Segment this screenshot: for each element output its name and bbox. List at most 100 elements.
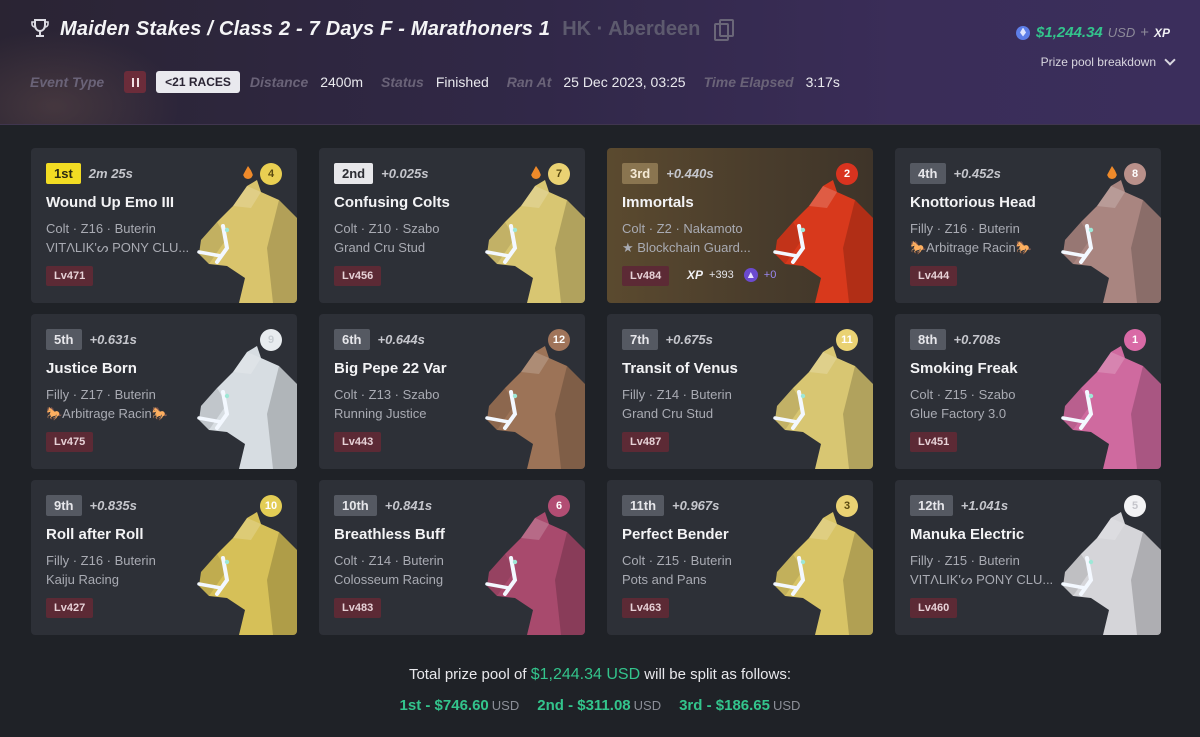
- finish-time-gap: +0.644s: [377, 332, 425, 347]
- event-type-label: Event Type: [30, 74, 105, 90]
- gate-number-badge: 4: [260, 163, 282, 185]
- finish-position-badge: 1st: [46, 163, 81, 184]
- results-grid: 1st 2m 25s 4 Wound Up Emo III Colt · Z16 · B…: [31, 148, 1161, 635]
- horse-name[interactable]: Perfect Bender: [622, 526, 729, 543]
- horse-result-card[interactable]: 11th +0.967s 3 Perfect Bender Colt · Z15 · B…: [607, 480, 873, 635]
- horse-stable[interactable]: Kaiju Racing: [46, 572, 119, 587]
- horse-result-card[interactable]: 3rd +0.440s 2 Immortals Colt · Z2 · Nakamoto…: [607, 148, 873, 303]
- horse-details: Colt · Z15 · Szabo: [910, 387, 1016, 402]
- horse-stable[interactable]: 🐎Arbitrage Racin🐎: [910, 240, 1032, 256]
- finish-position-badge: 3rd: [622, 163, 659, 184]
- prize-pool-summary: $1,244.34 USD + XP: [1016, 24, 1170, 41]
- split-amount: 3rd - $186.65: [679, 697, 770, 714]
- finish-time-gap: +0.708s: [953, 332, 1001, 347]
- level-badge: Lv475: [46, 432, 94, 452]
- horse-stable[interactable]: Colosseum Racing: [334, 572, 443, 587]
- gate-number-badge: 1: [1124, 329, 1146, 351]
- finish-position-badge: 9th: [46, 495, 82, 516]
- level-badge: Lv443: [334, 432, 382, 452]
- horse-portrait-icon: [197, 512, 297, 635]
- horse-portrait-icon: [773, 512, 873, 635]
- horse-details: Colt · Z14 · Buterin: [334, 553, 444, 568]
- horse-result-card[interactable]: 10th +0.841s 6 Breathless Buff Colt · Z14 · …: [319, 480, 585, 635]
- horse-name[interactable]: Smoking Freak: [910, 360, 1018, 377]
- prize-split-3rd: 3rd - $186.65 USD: [679, 697, 800, 714]
- finish-position-badge: 8th: [910, 329, 946, 350]
- horse-result-card[interactable]: 4th +0.452s 8 Knottorious Head Filly · Z16 ·…: [895, 148, 1161, 303]
- horse-details: Colt · Z10 · Szabo: [334, 221, 440, 236]
- horse-name[interactable]: Breathless Buff: [334, 526, 445, 543]
- horse-result-card[interactable]: 6th +0.644s 12 Big Pepe 22 Var Colt · Z13 · …: [319, 314, 585, 469]
- card-header: 2nd +0.025s: [334, 163, 428, 184]
- horse-stable[interactable]: VITΛLIK'ᔕ PONY CLU...: [910, 572, 1053, 588]
- horse-name[interactable]: Knottorious Head: [910, 194, 1036, 211]
- horse-stable[interactable]: Grand Cru Stud: [622, 406, 713, 421]
- gate-number-badge: 7: [548, 163, 570, 185]
- horse-stable[interactable]: ★ Blockchain Guard...: [622, 240, 751, 256]
- card-header: 4th +0.452s: [910, 163, 1001, 184]
- level-badge: Lv487: [622, 432, 670, 452]
- horse-stable[interactable]: Grand Cru Stud: [334, 240, 425, 255]
- level-badge: Lv463: [622, 598, 670, 618]
- card-header: 10th +0.841s: [334, 495, 432, 516]
- card-header: 11th +0.967s: [622, 495, 719, 516]
- horse-details: Filly · Z17 · Buterin: [46, 387, 156, 402]
- card-header: 9th +0.835s: [46, 495, 137, 516]
- finish-position-badge: 4th: [910, 163, 946, 184]
- level-badge: Lv427: [46, 598, 94, 618]
- prize-plus: +: [1140, 24, 1149, 41]
- horse-result-card[interactable]: 12th +1.041s 5 Manuka Electric Filly · Z15 ·…: [895, 480, 1161, 635]
- horse-details: Filly · Z14 · Buterin: [622, 387, 732, 402]
- split-unit: USD: [491, 698, 520, 713]
- event-type-icon: [124, 71, 147, 93]
- horse-stable[interactable]: Running Justice: [334, 406, 427, 421]
- card-header: 1st 2m 25s: [46, 163, 133, 184]
- time-elapsed-value: 3:17s: [805, 74, 840, 90]
- prize-pool-breakdown-toggle[interactable]: Prize pool breakdown: [1041, 54, 1176, 69]
- trophy-icon: [31, 19, 49, 37]
- horse-result-card[interactable]: 2nd +0.025s 7 Confusing Colts Colt · Z10 · S…: [319, 148, 585, 303]
- horse-name[interactable]: Immortals: [622, 194, 694, 211]
- horse-stable[interactable]: 🐎Arbitrage Racin🐎: [46, 406, 168, 422]
- gate-number-badge: 12: [548, 329, 570, 351]
- chevron-down-icon: [1164, 54, 1176, 66]
- horse-result-card[interactable]: 9th +0.835s 10 Roll after Roll Filly · Z16 ·…: [31, 480, 297, 635]
- horse-stable[interactable]: Glue Factory 3.0: [910, 406, 1006, 421]
- finish-position-badge: 12th: [910, 495, 953, 516]
- finish-time-gap: +1.041s: [960, 498, 1009, 513]
- horse-stable[interactable]: Pots and Pans: [622, 572, 707, 587]
- horse-portrait-icon: [1061, 512, 1161, 635]
- horse-name[interactable]: Confusing Colts: [334, 194, 450, 211]
- xp-reward-row: XP +393 +0: [687, 268, 776, 282]
- gate-number-badge: 11: [836, 329, 858, 351]
- horse-result-card[interactable]: 7th +0.675s 11 Transit of Venus Filly · Z14 …: [607, 314, 873, 469]
- gate-number-badge: 8: [1124, 163, 1146, 185]
- horse-result-card[interactable]: 5th +0.631s 9 Justice Born Filly · Z17 · But…: [31, 314, 297, 469]
- horse-name[interactable]: Roll after Roll: [46, 526, 144, 543]
- prize-split-post: will be split as follows:: [644, 666, 792, 683]
- gate-number-badge: 3: [836, 495, 858, 517]
- prize-split-2nd: 2nd - $311.08 USD: [537, 697, 661, 714]
- card-header: 3rd +0.440s: [622, 163, 714, 184]
- horse-name[interactable]: Big Pepe 22 Var: [334, 360, 447, 377]
- horse-details: Colt · Z15 · Buterin: [622, 553, 732, 568]
- finish-time-gap: +0.452s: [953, 166, 1001, 181]
- race-header: Maiden Stakes / Class 2 - 7 Days F - Mar…: [0, 0, 1200, 125]
- horse-result-card[interactable]: 8th +0.708s 1 Smoking Freak Colt · Z15 · Sza…: [895, 314, 1161, 469]
- copy-icon[interactable]: [714, 19, 735, 41]
- level-badge: Lv444: [910, 266, 958, 286]
- horse-name[interactable]: Transit of Venus: [622, 360, 738, 377]
- prize-split-1st: 1st - $746.60 USD: [400, 697, 520, 714]
- split-amount: 1st - $746.60: [399, 697, 489, 714]
- horse-details: Colt · Z16 · Buterin: [46, 221, 156, 236]
- horse-name[interactable]: Justice Born: [46, 360, 137, 377]
- level-badge: Lv451: [910, 432, 958, 452]
- horse-name[interactable]: Wound Up Emo III: [46, 194, 174, 211]
- horse-result-card[interactable]: 1st 2m 25s 4 Wound Up Emo III Colt · Z16 · B…: [31, 148, 297, 303]
- split-unit: USD: [633, 698, 662, 713]
- horse-stable[interactable]: VITΛLIK'ᔕ PONY CLU...: [46, 240, 189, 256]
- horse-portrait-icon: [1061, 346, 1161, 469]
- ran-at-label: Ran At: [506, 74, 552, 90]
- finish-position-badge: 5th: [46, 329, 82, 350]
- horse-name[interactable]: Manuka Electric: [910, 526, 1024, 543]
